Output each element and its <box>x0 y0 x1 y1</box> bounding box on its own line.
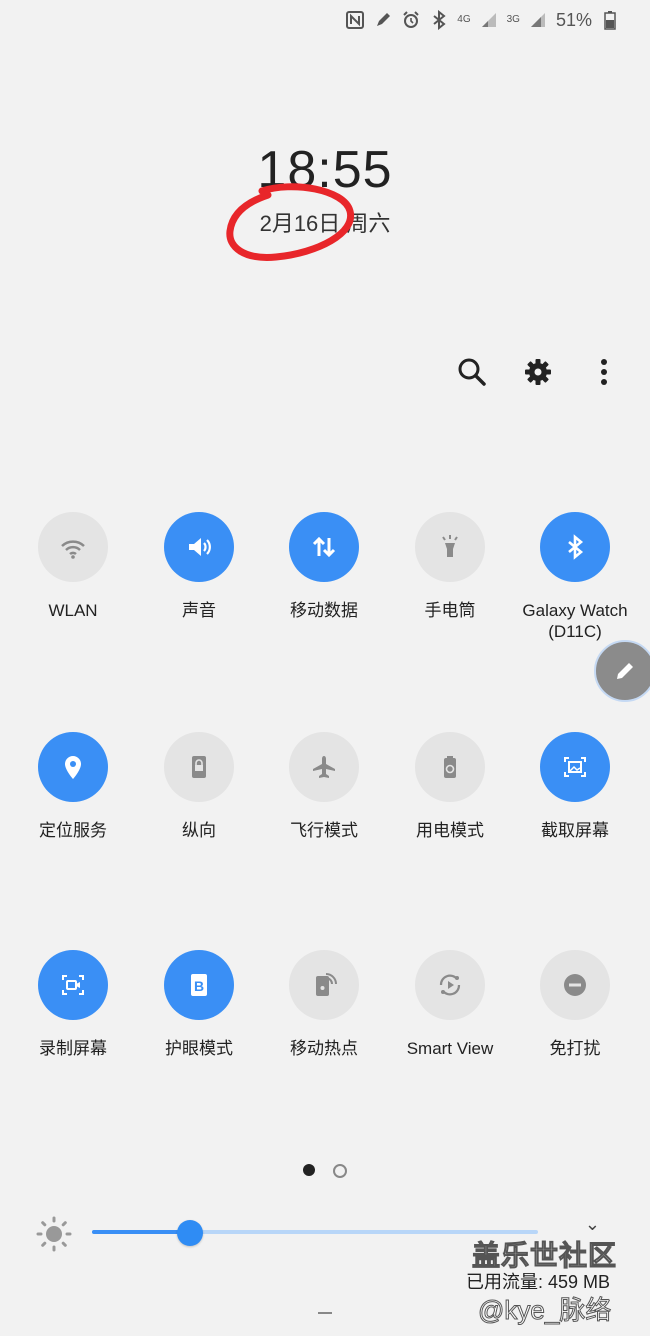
wifi-icon <box>61 540 85 559</box>
tile-toggle[interactable] <box>415 732 485 802</box>
tile-bluetooth[interactable]: Galaxy Watch (D11C) <box>512 512 638 642</box>
tile-toggle[interactable] <box>540 950 610 1020</box>
battery-percent: 51% <box>555 9 592 30</box>
edit-button[interactable] <box>594 640 650 702</box>
smart-view-icon <box>439 974 461 996</box>
tile-toggle[interactable] <box>289 512 359 582</box>
tile-screen-record[interactable]: 录制屏幕 <box>10 950 136 1059</box>
flashlight-icon <box>442 535 458 557</box>
portrait-lock-icon <box>192 756 206 778</box>
battery-icon <box>600 10 620 30</box>
tile-toggle[interactable] <box>415 950 485 1020</box>
tile-do-not-disturb[interactable]: 免打扰 <box>512 950 638 1059</box>
mobile-data-icon <box>312 536 336 558</box>
tile-label: 声音 <box>182 601 216 620</box>
page-indicator <box>0 1164 650 1178</box>
tile-toggle[interactable] <box>164 512 234 582</box>
tile-label: 截取屏幕 <box>541 821 609 840</box>
tile-toggle[interactable] <box>38 950 108 1020</box>
tile-label: 定位服务 <box>39 821 107 840</box>
tile-label: Galaxy Watch (D11C) <box>522 601 628 641</box>
tile-wifi[interactable]: WLAN <box>10 512 136 621</box>
bluetooth-icon <box>429 10 449 30</box>
tile-label: 移动热点 <box>290 1039 358 1058</box>
tile-eye-comfort[interactable]: B 护眼模式 <box>136 950 262 1059</box>
tile-volume[interactable]: 声音 <box>136 512 262 621</box>
do-not-disturb-icon <box>564 974 586 996</box>
tile-label: 护眼模式 <box>165 1039 233 1058</box>
tile-toggle[interactable] <box>540 732 610 802</box>
tile-toggle[interactable] <box>164 732 234 802</box>
svg-text:B: B <box>194 978 204 994</box>
tile-toggle[interactable] <box>38 732 108 802</box>
tile-smart-view[interactable]: Smart View <box>387 950 513 1059</box>
tile-toggle[interactable]: B <box>164 950 234 1020</box>
brightness-thumb[interactable] <box>177 1220 204 1246</box>
eye-comfort-icon: B <box>191 974 207 996</box>
red-circle-annotation <box>226 183 355 261</box>
tile-airplane[interactable]: 飞行模式 <box>261 732 387 841</box>
power-mode-icon <box>444 756 456 778</box>
pen-icon <box>373 10 393 30</box>
watermark-user: @kye_脉络 <box>477 1295 612 1326</box>
tile-label: Smart View <box>406 1039 494 1058</box>
panel-actions <box>456 352 620 392</box>
tile-label: 纵向 <box>182 821 216 840</box>
settings-button[interactable] <box>522 352 554 392</box>
tile-toggle[interactable] <box>289 950 359 1020</box>
tile-location[interactable]: 定位服务 <box>10 732 136 841</box>
search-button[interactable] <box>456 352 488 392</box>
alarm-icon <box>401 10 421 30</box>
tile-power-mode[interactable]: 用电模式 <box>387 732 513 841</box>
tile-toggle[interactable] <box>540 512 610 582</box>
bluetooth-icon <box>568 534 584 560</box>
tile-label: 免打扰 <box>549 1039 601 1058</box>
signal-icon <box>479 10 499 30</box>
tile-label: 录制屏幕 <box>39 1039 107 1058</box>
page-dot-2[interactable] <box>333 1164 347 1178</box>
signal-icon-2 <box>528 10 548 30</box>
tile-label: 飞行模式 <box>290 821 358 840</box>
tile-mobile-data[interactable]: 移动数据 <box>261 512 387 621</box>
search-icon <box>458 358 486 386</box>
tile-label: 移动数据 <box>290 601 358 620</box>
brightness-icon <box>36 1216 72 1252</box>
tile-label: 用电模式 <box>416 821 484 840</box>
panel-handle[interactable] <box>318 1312 332 1314</box>
tile-label: 手电筒 <box>424 601 476 620</box>
tile-toggle[interactable] <box>38 512 108 582</box>
brightness-fill <box>92 1230 191 1234</box>
tile-toggle[interactable] <box>415 512 485 582</box>
volume-icon <box>189 538 211 556</box>
tile-hotspot[interactable]: 移动热点 <box>261 950 387 1059</box>
tile-toggle[interactable] <box>289 732 359 802</box>
tile-label: WLAN <box>48 601 98 620</box>
more-vert-icon <box>601 359 607 385</box>
tile-flashlight[interactable]: 手电筒 <box>387 512 513 621</box>
more-options-button[interactable] <box>588 352 620 392</box>
screenshot-icon <box>564 757 586 777</box>
tile-screenshot[interactable]: 截取屏幕 <box>512 732 638 841</box>
gear-icon <box>525 359 551 385</box>
location-icon <box>65 756 81 779</box>
tile-portrait-lock[interactable]: 纵向 <box>136 732 262 841</box>
page-dot-1[interactable] <box>303 1164 315 1176</box>
airplane-icon <box>313 756 335 778</box>
nfc-icon <box>345 10 365 30</box>
pencil-icon <box>617 663 633 679</box>
status-bar: 4G 3G 51% <box>345 6 620 34</box>
hotspot-icon <box>316 973 337 996</box>
network-type-2: 3G <box>506 14 520 25</box>
expand-chevron-icon[interactable]: ⌄ <box>585 1214 600 1235</box>
network-type-1: 4G <box>457 14 471 25</box>
screen-record-icon <box>62 975 84 995</box>
